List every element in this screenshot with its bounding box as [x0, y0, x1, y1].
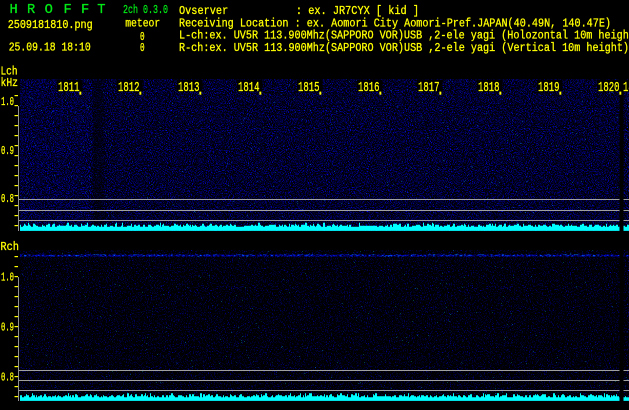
svg-text:1820: 1820: [598, 80, 620, 96]
svg-text:1815: 1815: [298, 80, 320, 96]
svg-text:1.0: 1.0: [1, 95, 14, 109]
svg-text:T: T: [97, 3, 105, 18]
svg-text:0.9: 0.9: [1, 321, 14, 335]
svg-text:0.8: 0.8: [1, 371, 14, 385]
svg-text:F: F: [64, 3, 72, 18]
svg-text:1817: 1817: [418, 80, 440, 96]
svg-text:F: F: [81, 3, 89, 18]
svg-text:1814: 1814: [238, 80, 260, 96]
svg-text:1819: 1819: [538, 80, 560, 96]
svg-text:0.8: 0.8: [1, 192, 14, 206]
svg-text:0: 0: [140, 41, 145, 55]
svg-text:1813: 1813: [178, 80, 200, 96]
svg-text:H: H: [10, 3, 18, 18]
svg-text:1816: 1816: [358, 80, 380, 96]
svg-text:R-ch:ex. UV5R 113.900Mhz(SAPPO: R-ch:ex. UV5R 113.900Mhz(SAPPORO VOR)USB…: [179, 41, 629, 55]
svg-text:1812: 1812: [118, 80, 140, 96]
svg-text:2509181810.png: 2509181810.png: [8, 18, 93, 32]
svg-text:1821: 1821: [623, 80, 629, 96]
svg-text:O: O: [45, 3, 53, 18]
svg-text:kHz: kHz: [1, 76, 19, 90]
svg-text:1818: 1818: [478, 80, 500, 96]
svg-text:meteor: meteor: [125, 17, 160, 31]
svg-text:1811: 1811: [58, 80, 80, 96]
svg-text:1.0: 1.0: [1, 271, 14, 285]
svg-text:2ch 0.3.0: 2ch 0.3.0: [123, 3, 168, 17]
svg-text:0.9: 0.9: [1, 144, 14, 158]
svg-text:Rch: Rch: [0, 240, 19, 254]
svg-text:R: R: [27, 3, 35, 18]
svg-text:25.09.18 18:10: 25.09.18 18:10: [9, 41, 91, 55]
